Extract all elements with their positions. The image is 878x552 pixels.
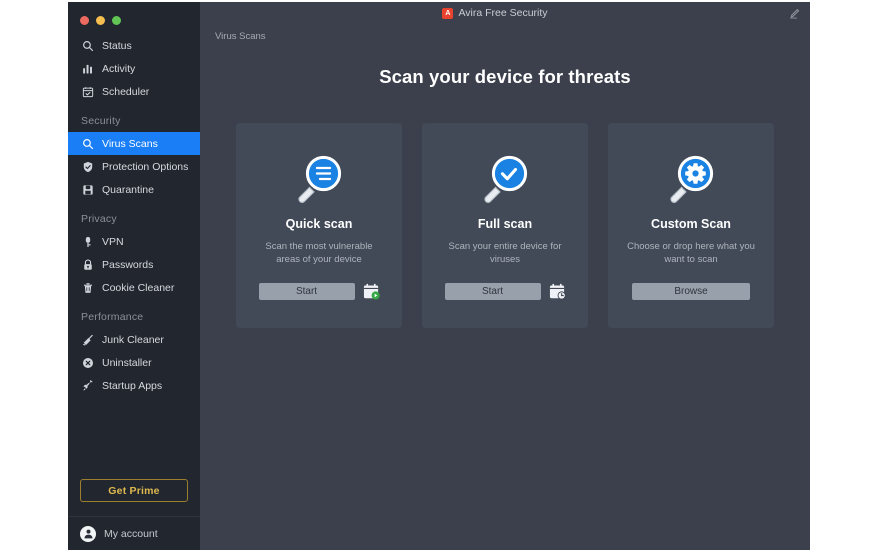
padlock-icon [81, 258, 94, 271]
sidebar-item-vpn[interactable]: VPN [68, 230, 200, 253]
save-box-icon [81, 183, 94, 196]
avira-logo-icon: A [442, 7, 454, 19]
sidebar-item-label: Quarantine [102, 183, 154, 196]
sidebar-item-scheduler[interactable]: Scheduler [68, 80, 200, 103]
vpn-key-icon [81, 235, 94, 248]
sidebar-group-label-security: Security [81, 115, 121, 127]
sidebar-item-label: Cookie Cleaner [102, 281, 175, 294]
scan-quick-scan-button[interactable]: Start [258, 283, 355, 300]
sidebar-item-label: Scheduler [102, 85, 150, 98]
sidebar-item-passwords[interactable]: Passwords [68, 253, 200, 276]
my-account-label: My account [104, 527, 158, 540]
title-wrap: A Avira Free Security [442, 7, 548, 19]
scan-card-custom-scan[interactable]: Custom Scan Choose or drop here what you … [608, 123, 774, 328]
magnifier-icon [81, 137, 94, 150]
main-content: A Avira Free Security Virus Scans Scan y… [200, 2, 810, 550]
bar-chart-icon [81, 62, 94, 75]
sidebar: Status Activity Scheduler Security Virus Sca… [68, 2, 200, 550]
magnifier-gear-icon [659, 149, 723, 211]
scan-card-title: Custom Scan [651, 217, 731, 231]
title-bar: A Avira Free Security [200, 2, 810, 24]
scan-cards-container: Quick scan Scan the most vulnerable areas… [200, 123, 810, 328]
app-title: Avira Free Security [458, 7, 548, 19]
window-traffic-lights [68, 2, 200, 28]
shield-icon [81, 160, 94, 173]
sidebar-item-label: Virus Scans [102, 137, 158, 150]
scan-custom-scan-button[interactable]: Browse [632, 283, 750, 300]
sidebar-navigation: Status Activity Scheduler Security Virus Sca… [68, 28, 200, 479]
magnifier-lines-icon [287, 149, 351, 211]
calendar-check-icon [81, 85, 94, 98]
minimize-button[interactable] [96, 15, 105, 25]
avira-logo-letter: A [445, 9, 451, 17]
get-prime-label: Get Prime [108, 484, 160, 497]
get-prime-button[interactable]: Get Prime [80, 479, 188, 502]
scan-full-scan-button[interactable]: Start [444, 283, 541, 300]
sidebar-item-label: Uninstaller [102, 356, 152, 369]
sidebar-item-label: Passwords [102, 258, 154, 271]
compose-icon[interactable] [788, 7, 800, 25]
sidebar-item-quarantine[interactable]: Quarantine [68, 178, 200, 201]
sidebar-item-cookie-cleaner[interactable]: Cookie Cleaner [68, 276, 200, 299]
sidebar-item-label: Protection Options [102, 160, 189, 173]
sidebar-footer: Get Prime My account [68, 479, 200, 550]
sidebar-item-label: VPN [102, 235, 124, 248]
rocket-icon [81, 379, 94, 392]
sidebar-item-virus-scans[interactable]: Virus Scans [68, 132, 200, 155]
scan-card-full-scan[interactable]: Full scan Scan your entire device for vir… [422, 123, 588, 328]
calendar-play-icon[interactable] [363, 283, 380, 300]
scan-card-description: Choose or drop here what you want to sca… [627, 241, 755, 265]
scan-card-title: Quick scan [285, 217, 353, 231]
scan-card-actions: Start [236, 283, 402, 300]
sidebar-item-activity[interactable]: Activity [68, 57, 200, 80]
magnifier-icon [81, 39, 94, 52]
scan-button-label: Start [481, 286, 504, 297]
zoom-button[interactable] [112, 15, 121, 25]
scan-card-title: Full scan [477, 217, 533, 231]
scan-card-actions: Browse [608, 283, 774, 300]
sidebar-item-startup-apps[interactable]: Startup Apps [68, 374, 200, 397]
scan-button-label: Start [295, 286, 318, 297]
scan-card-actions: Start [422, 283, 588, 300]
sidebar-item-label: Startup Apps [102, 379, 163, 392]
sidebar-item-status[interactable]: Status [68, 34, 200, 57]
magnifier-check-icon [473, 149, 537, 211]
sidebar-item-label: Junk Cleaner [102, 333, 164, 346]
trash-icon [81, 281, 94, 294]
sidebar-group-label-performance: Performance [81, 311, 144, 323]
broom-icon [81, 333, 94, 346]
breadcrumb[interactable]: Virus Scans [200, 31, 810, 42]
calendar-clock-icon[interactable] [549, 283, 566, 300]
circle-x-icon [81, 356, 94, 369]
user-avatar-icon [80, 525, 96, 542]
sidebar-item-junk-cleaner[interactable]: Junk Cleaner [68, 328, 200, 351]
sidebar-group-label-privacy: Privacy [81, 213, 117, 225]
sidebar-item-label: Activity [102, 62, 136, 75]
sidebar-item-uninstaller[interactable]: Uninstaller [68, 351, 200, 374]
sidebar-item-label: Status [102, 39, 132, 52]
scan-card-quick-scan[interactable]: Quick scan Scan the most vulnerable areas… [236, 123, 402, 328]
application-window: Status Activity Scheduler Security Virus Sca… [68, 2, 810, 550]
scan-button-label: Browse [674, 286, 708, 297]
sidebar-item-protection-options[interactable]: Protection Options [68, 155, 200, 178]
page-title: Scan your device for threats [379, 66, 631, 87]
my-account-button[interactable]: My account [68, 516, 200, 550]
scan-card-description: Scan the most vulnerable areas of your d… [265, 241, 373, 265]
scan-card-description: Scan your entire device for viruses [448, 241, 562, 265]
close-button[interactable] [80, 15, 89, 25]
